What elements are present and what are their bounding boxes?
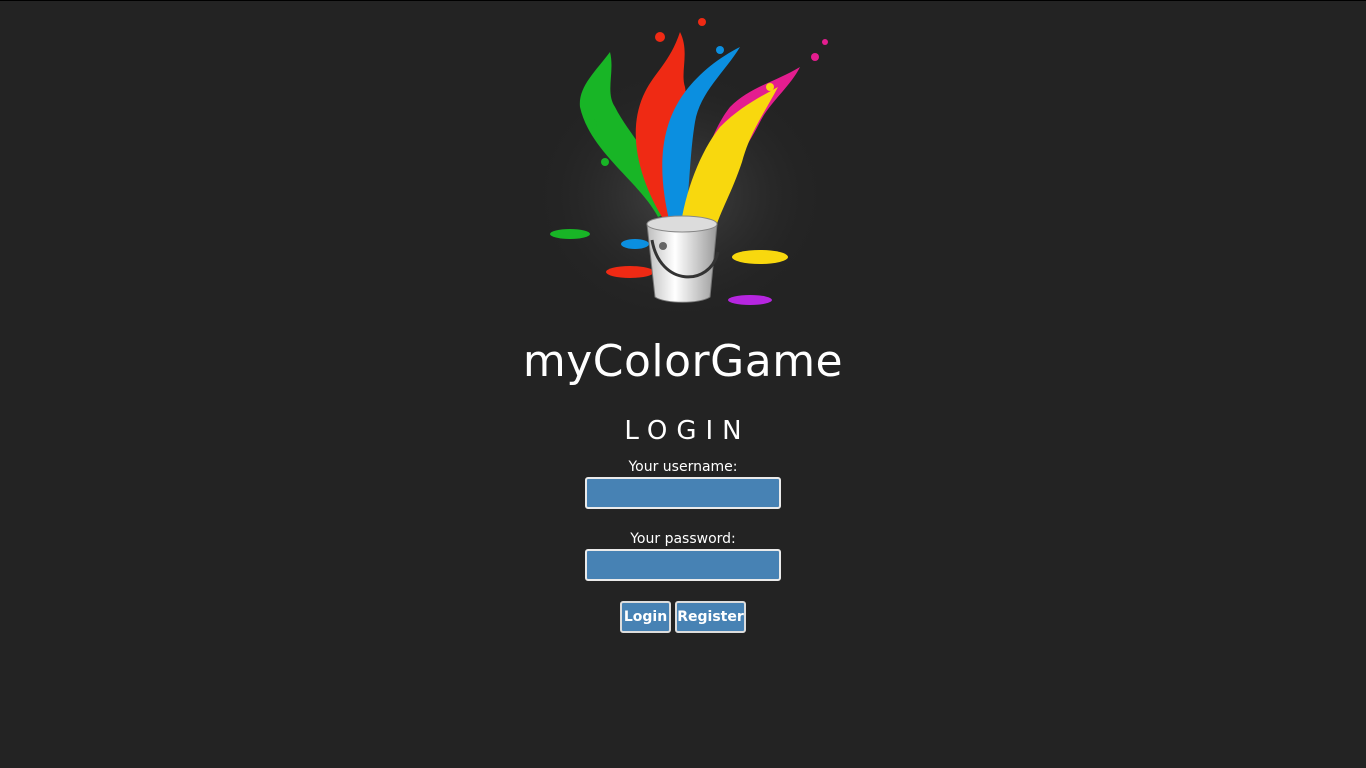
app-title: myColorGame bbox=[522, 336, 844, 387]
password-label: Your password: bbox=[630, 531, 736, 547]
login-heading: LOGIN bbox=[624, 416, 751, 446]
username-label: Your username: bbox=[628, 459, 738, 475]
login-button[interactable]: Login bbox=[620, 601, 671, 633]
username-field[interactable] bbox=[585, 477, 781, 509]
top-border bbox=[0, 0, 1366, 1]
password-field[interactable] bbox=[585, 549, 781, 581]
paint-bucket-splash-icon bbox=[530, 18, 830, 312]
register-button[interactable]: Register bbox=[675, 601, 746, 633]
